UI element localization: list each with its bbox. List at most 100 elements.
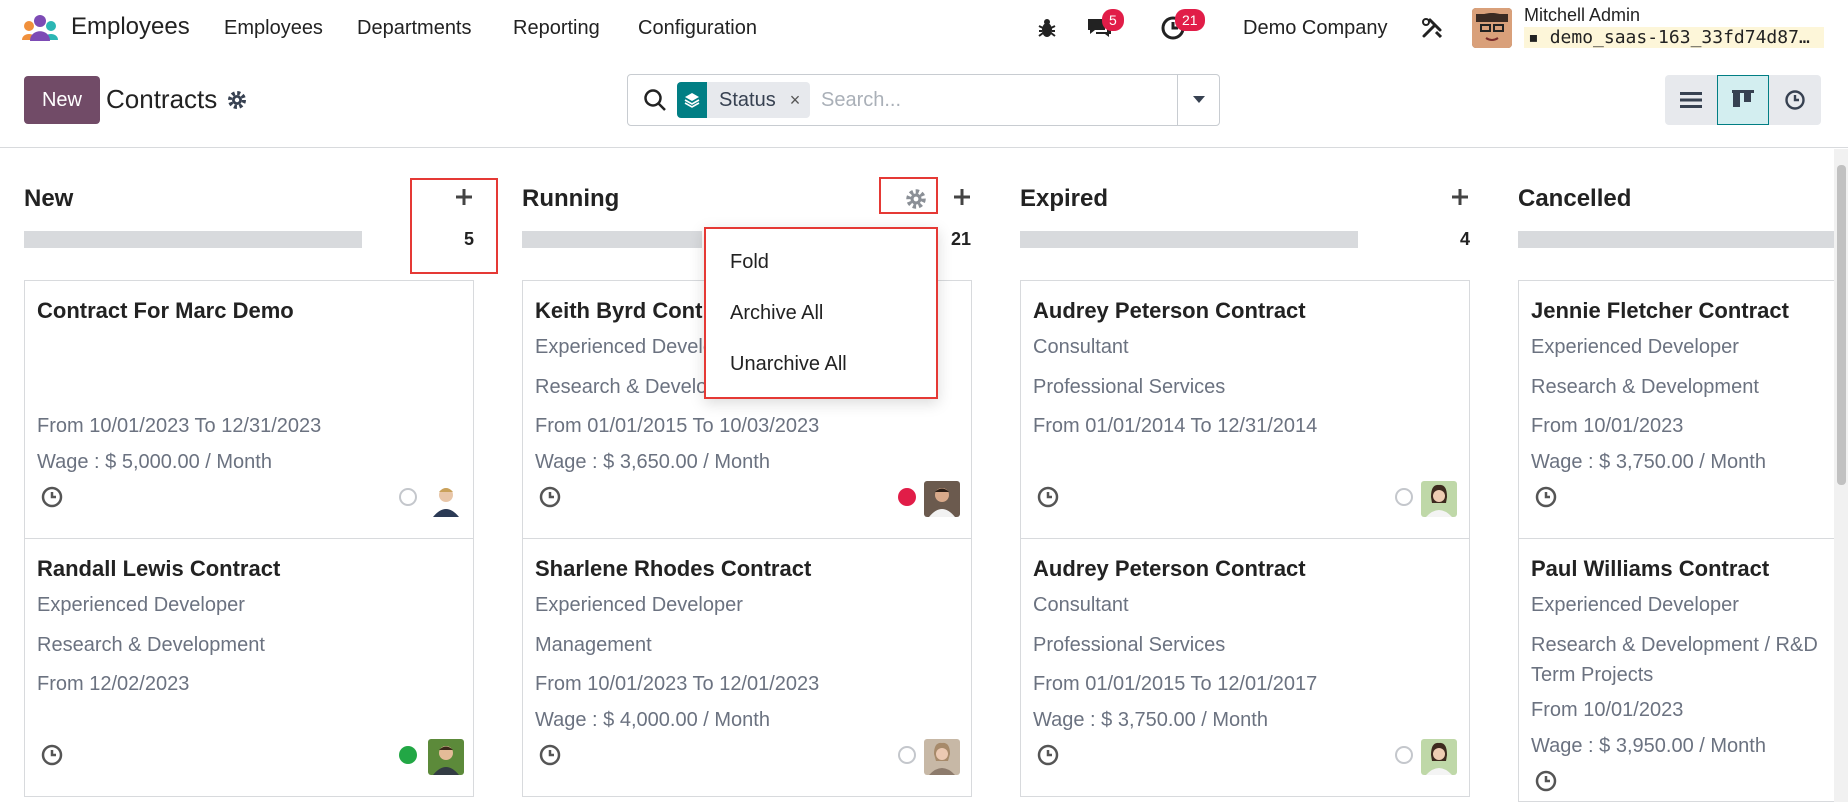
- new-button[interactable]: New: [24, 76, 100, 124]
- highlight-box: [879, 177, 938, 214]
- database-icon: ▪: [1528, 27, 1539, 48]
- card-dates: From 10/01/2023: [1531, 415, 1684, 437]
- employee-avatar[interactable]: [924, 481, 960, 517]
- column-title[interactable]: New: [24, 185, 73, 213]
- card-department: Research & Development / R&D: [1531, 634, 1818, 656]
- status-dot[interactable]: [1395, 746, 1413, 764]
- column-title[interactable]: Expired: [1020, 185, 1108, 213]
- card-department: Professional Services: [1033, 376, 1226, 398]
- card-department: Management: [535, 634, 652, 656]
- menu-employees[interactable]: Employees: [224, 17, 323, 40]
- card-job: Experienced Developer: [37, 594, 245, 616]
- quick-create-plus-icon[interactable]: [948, 183, 976, 211]
- menu-departments[interactable]: Departments: [357, 17, 472, 40]
- menu-item-unarchive-all[interactable]: Unarchive All: [730, 353, 847, 376]
- contract-card[interactable]: Jennie Fletcher Contract Experienced Dev…: [1518, 280, 1848, 539]
- employees-app-icon[interactable]: [20, 14, 60, 42]
- activity-clock-icon[interactable]: [1036, 743, 1060, 767]
- contract-card[interactable]: Sharlene Rhodes Contract Experienced Dev…: [522, 538, 972, 797]
- column-title[interactable]: Running: [522, 185, 619, 213]
- employee-avatar[interactable]: [924, 739, 960, 775]
- bug-icon[interactable]: [1033, 14, 1061, 42]
- status-dot[interactable]: [399, 746, 417, 764]
- card-title: Sharlene Rhodes Contract: [535, 556, 812, 581]
- activity-clock-icon[interactable]: [40, 485, 64, 509]
- status-dot[interactable]: [399, 488, 417, 506]
- activity-clock-icon[interactable]: [1036, 485, 1060, 509]
- employee-avatar[interactable]: [428, 739, 464, 775]
- card-wage: Wage : $ 3,750.00 / Month: [1033, 709, 1268, 731]
- activity-view-icon[interactable]: [1769, 75, 1821, 125]
- card-job: Experienced Developer: [535, 594, 743, 616]
- status-facet[interactable]: Status ×: [677, 82, 811, 118]
- contract-card[interactable]: Audrey Peterson Contract Consultant Prof…: [1020, 538, 1470, 797]
- app-name[interactable]: Employees: [71, 13, 190, 41]
- status-dot[interactable]: [898, 488, 916, 506]
- activity-clock-icon[interactable]: [40, 743, 64, 767]
- caret-down-icon: [1192, 96, 1205, 103]
- contract-card[interactable]: Contract For Marc Demo From 10/01/2023 T…: [24, 280, 474, 539]
- status-dot[interactable]: [1395, 488, 1413, 506]
- activity-clock-icon[interactable]: [538, 743, 562, 767]
- employee-avatar[interactable]: [428, 481, 464, 517]
- card-department: Research & Development: [37, 634, 265, 656]
- card-title: Jennie Fletcher Contract: [1531, 298, 1789, 323]
- contract-card[interactable]: Randall Lewis Contract Experienced Devel…: [24, 538, 474, 797]
- company-switcher[interactable]: Demo Company: [1243, 17, 1388, 40]
- menu-configuration[interactable]: Configuration: [638, 17, 757, 40]
- search-bar[interactable]: Status ×: [627, 74, 1220, 126]
- column-title[interactable]: Cancelled: [1518, 185, 1631, 213]
- card-title: Contract For Marc Demo: [37, 298, 294, 323]
- card-wage: Wage : $ 3,650.00 / Month: [535, 451, 770, 473]
- user-name[interactable]: Mitchell Admin: [1524, 5, 1640, 26]
- column-count: 4: [1459, 229, 1470, 249]
- search-input[interactable]: [821, 83, 1161, 117]
- scrollbar-thumb[interactable]: [1837, 165, 1846, 485]
- card-dates: From 01/01/2015 To 12/01/2017: [1033, 673, 1318, 695]
- status-dot[interactable]: [898, 746, 916, 764]
- contract-card[interactable]: Paul Williams Contract Experienced Devel…: [1518, 538, 1848, 802]
- card-wage: Wage : $ 5,000.00 / Month: [37, 451, 272, 473]
- employee-avatar[interactable]: [1421, 739, 1457, 775]
- card-department-cont: Term Projects: [1531, 664, 1654, 686]
- card-title: Audrey Peterson Contract: [1033, 298, 1306, 323]
- column-progress-bar[interactable]: [1518, 231, 1834, 248]
- list-view-icon[interactable]: [1665, 75, 1717, 125]
- menu-reporting[interactable]: Reporting: [513, 17, 600, 40]
- search-options-toggle[interactable]: [1177, 75, 1219, 125]
- card-wage: Wage : $ 3,950.00 / Month: [1531, 735, 1766, 757]
- employee-avatar[interactable]: [1421, 481, 1457, 517]
- database-name: ▪ demo_saas-163_33fd74d879…: [1524, 27, 1824, 48]
- quick-create-plus-icon[interactable]: [1446, 183, 1474, 211]
- menu-item-archive-all[interactable]: Archive All: [730, 302, 823, 325]
- card-dates: From 10/01/2023: [1531, 699, 1684, 721]
- column-settings-menu: Fold Archive All Unarchive All: [704, 227, 938, 399]
- activity-clock-icon[interactable]: [1534, 485, 1558, 509]
- view-switcher: [1665, 75, 1821, 125]
- database-label: demo_saas-163_33fd74d879…: [1549, 27, 1821, 48]
- card-dates: From 01/01/2014 To 12/31/2014: [1033, 415, 1318, 437]
- tools-icon[interactable]: [1418, 14, 1446, 42]
- card-job: Experienced Developer: [1531, 336, 1739, 358]
- column-progress-bar[interactable]: [1020, 231, 1358, 248]
- kanban-view-icon[interactable]: [1717, 75, 1769, 125]
- column-progress-bar[interactable]: [24, 231, 362, 248]
- messages-badge: 5: [1102, 9, 1124, 31]
- contract-card[interactable]: Audrey Peterson Contract Consultant Prof…: [1020, 280, 1470, 539]
- activity-clock-icon[interactable]: [1534, 769, 1558, 793]
- menu-item-fold[interactable]: Fold: [730, 251, 769, 274]
- actions-gear-icon[interactable]: [227, 90, 247, 110]
- layers-icon: [677, 82, 707, 118]
- facet-label: Status: [719, 88, 776, 111]
- card-department: Research & Development: [1531, 376, 1759, 398]
- activity-clock-icon[interactable]: [538, 485, 562, 509]
- card-job: Consultant: [1033, 594, 1129, 616]
- card-dates: From 10/01/2023 To 12/01/2023: [535, 673, 820, 695]
- user-avatar[interactable]: [1472, 8, 1512, 48]
- vertical-scrollbar[interactable]: [1834, 149, 1848, 802]
- column-progress-bar[interactable]: [522, 231, 702, 248]
- top-navbar: Employees Employees Departments Reportin…: [0, 0, 1848, 56]
- card-title: Randall Lewis Contract: [37, 556, 281, 581]
- facet-remove-icon[interactable]: ×: [790, 90, 801, 111]
- card-department: Professional Services: [1033, 634, 1226, 656]
